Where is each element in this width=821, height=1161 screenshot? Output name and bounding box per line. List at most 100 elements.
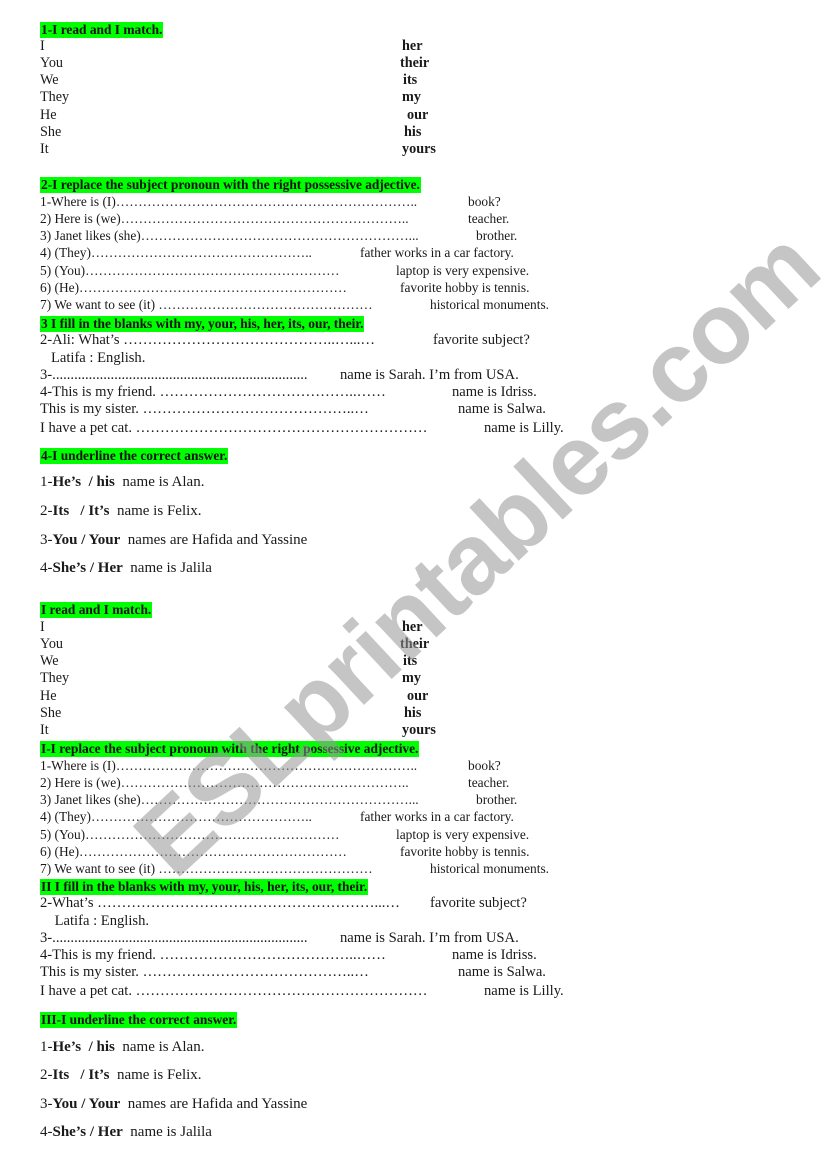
item-end: father works in a car factory. [360, 809, 514, 824]
item-prompt: 1-Where is (I) [40, 758, 116, 773]
possessive-word: yours [402, 141, 436, 157]
answer-choices[interactable]: You / Your [53, 532, 121, 548]
item-prompt: 1-Where is (I) [40, 194, 116, 209]
subject-pronoun: She [40, 124, 62, 140]
item-rest: names are Hafida and Yassine [120, 532, 308, 548]
fill-item: 2-Ali: What’s ……………………………………..…...… favo… [40, 331, 530, 349]
subject-pronoun: I [40, 38, 45, 54]
heading-match-1: 1-I read and I match. [40, 22, 164, 38]
answer-blank: ……………………………………………………... [140, 792, 419, 807]
answer-choices[interactable]: He’s / his [53, 474, 115, 490]
item-prompt: This is my sister. [40, 401, 143, 417]
fill-item: 3-......................................… [40, 929, 519, 947]
underline-item: 4-She’s / Her name is Jalila [40, 559, 212, 577]
answer-choices[interactable]: She’s / Her [53, 1124, 123, 1140]
underline-item: 3-You / Your names are Hafida and Yassin… [40, 1095, 307, 1113]
item-prompt: 4) (They) [40, 245, 91, 260]
answer-blank: ………………………………………………… [85, 827, 340, 842]
subject-pronoun: They [40, 670, 70, 686]
item-rest: name is Felix. [109, 1067, 202, 1083]
underline-item: 2-Its / It’s name is Felix. [40, 1066, 202, 1084]
fill-item: Latifa : English. [40, 349, 145, 367]
item-end: historical monuments. [430, 861, 550, 876]
subject-pronoun: He [40, 688, 57, 704]
item-prompt: 4-This is my friend. [40, 384, 160, 400]
heading-replace-1: 2-I replace the subject pronoun with the… [40, 177, 421, 193]
replace-item: 2) Here is (we)……………………………………………………….. te… [40, 775, 509, 791]
subject-pronoun: We [40, 72, 59, 88]
underline-item: 1-He’s / his name is Alan. [40, 473, 204, 491]
fill-item: I have a pet cat. …………………………………………………… n… [40, 419, 564, 437]
replace-item: 1-Where is (I)………………………………………………………….. bo… [40, 758, 501, 774]
answer-choices[interactable]: You / Your [53, 1096, 121, 1112]
heading-fill-1: 3 I fill in the blanks with my, your, hi… [40, 316, 365, 332]
item-prompt: 2-Ali: What’s [40, 332, 124, 348]
item-prompt: 2-What’s [40, 895, 98, 911]
item-prompt: 5) (You) [40, 263, 86, 278]
heading-match-2: I read and I match. [40, 602, 153, 618]
item-prompt: 3) Janet likes (she) [40, 792, 141, 807]
item-number: 3- [40, 1096, 53, 1112]
heading-fill-2: II I fill in the blanks with my, your, h… [40, 879, 369, 895]
item-prompt: 6) (He) [40, 844, 80, 859]
fill-item: 2-What’s …………………………………………………...… favorit… [40, 894, 527, 912]
possessive-word: her [402, 619, 423, 635]
possessive-word: our [407, 107, 429, 123]
item-prompt: 4-This is my friend. [40, 947, 160, 963]
item-end: book? [468, 758, 501, 773]
item-number: 3- [40, 532, 53, 548]
answer-blank: …………………………………..…… [159, 384, 386, 400]
fill-item: 3-......................................… [40, 366, 519, 384]
worksheet-page: 1-I read and I match. I You We They He S… [0, 0, 821, 1161]
fill-item: 4-This is my friend. …………………………………..…… n… [40, 946, 537, 964]
item-end: name is Idriss. [452, 384, 537, 400]
item-end: brother. [476, 228, 518, 243]
replace-item: 7) We want to see (it) ………………………………………… h… [40, 861, 549, 877]
item-rest: name is Jalila [122, 1124, 212, 1140]
answer-blank: ………………………………………….. [90, 245, 312, 260]
subject-pronoun: It [40, 722, 49, 738]
item-end: favorite hobby is tennis. [400, 844, 530, 859]
answer-blank: ………………………………………… [158, 297, 373, 312]
fill-item: Latifa : English. [40, 912, 149, 930]
item-end: laptop is very expensive. [396, 827, 530, 842]
item-prompt: 4) (They) [40, 809, 91, 824]
heading-underline-2: III-I underline the correct answer. [40, 1012, 238, 1028]
subject-pronoun: It [40, 141, 49, 157]
answer-choices[interactable]: Its / It’s [53, 1067, 110, 1083]
answer-choices[interactable]: Its / It’s [53, 503, 110, 519]
answer-blank: ........................................… [52, 367, 308, 383]
item-number: 1- [40, 474, 53, 490]
subject-pronoun: They [40, 89, 70, 105]
possessive-word: their [400, 55, 430, 71]
item-rest: name is Alan. [114, 1039, 205, 1055]
replace-item: 3) Janet likes (she)……………………………………………………… [40, 228, 517, 244]
item-prompt: 3) Janet likes (she) [40, 228, 141, 243]
possessive-word: her [402, 38, 423, 54]
item-prompt: 3- [40, 367, 53, 383]
item-prompt: 2) Here is (we) [40, 211, 121, 226]
answer-blank: …………………………………………………… [135, 983, 428, 999]
item-number: 1- [40, 1039, 53, 1055]
answer-blank: ……………………………………………………….. [120, 775, 409, 790]
underline-item: 2-Its / It’s name is Felix. [40, 502, 202, 520]
item-end: teacher. [468, 211, 510, 226]
answer-blank: ……………………………………..…...… [123, 332, 375, 348]
replace-item: 7) We want to see (it) ………………………………………… h… [40, 297, 549, 313]
replace-item: 6) (He)…………………………………………………… favorite hobb… [40, 280, 529, 296]
answer-blank: ………………………………………… [158, 861, 373, 876]
answer-choices[interactable]: He’s / his [53, 1039, 115, 1055]
item-prompt: 2) Here is (we) [40, 775, 121, 790]
possessive-word: yours [402, 722, 436, 738]
heading-replace-2: I-I replace the subject pronoun with the… [40, 741, 420, 757]
subject-pronoun: He [40, 107, 57, 123]
item-end: father works in a car factory. [360, 245, 514, 260]
item-end: favorite hobby is tennis. [400, 280, 530, 295]
item-end: name is Sarah. I’m from USA. [340, 367, 519, 383]
answer-choices[interactable]: She’s / Her [53, 560, 123, 576]
possessive-word: my [402, 670, 421, 686]
item-end: favorite subject? [433, 332, 530, 348]
item-end: historical monuments. [430, 297, 550, 312]
item-number: 2- [40, 503, 53, 519]
answer-blank: ………………………………………….. [90, 809, 312, 824]
